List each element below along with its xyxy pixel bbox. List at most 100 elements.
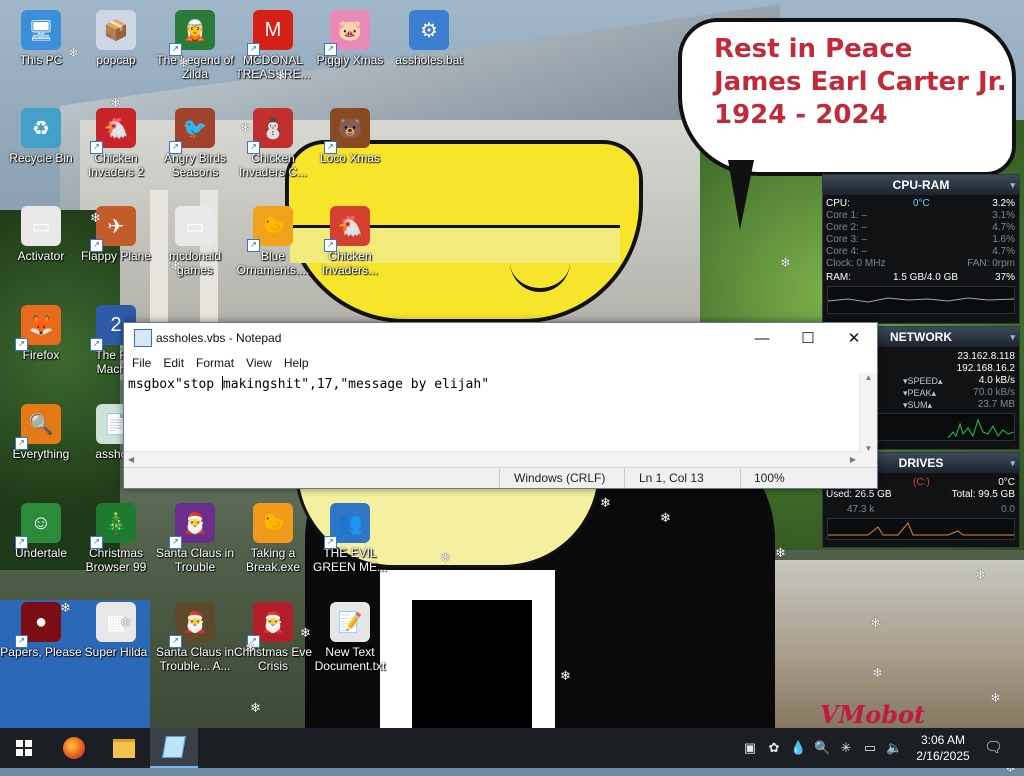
peak-label: ▾PEAK▴ bbox=[903, 388, 937, 398]
desktop-icon-christmas-browser-99[interactable]: 🎄 ↗ Christmas Browser 99 bbox=[75, 503, 157, 574]
status-position: Ln 1, Col 13 bbox=[639, 471, 704, 485]
desktop-icon-new-text-document[interactable]: 📝 New Text Document.txt bbox=[309, 602, 391, 673]
taskbar-file-explorer[interactable] bbox=[100, 728, 148, 768]
snowflake-icon: ❄ bbox=[660, 510, 671, 525]
desktop-icon-flappy-plane[interactable]: ✈ ↗ Flappy Plane bbox=[75, 206, 157, 263]
papers-please-icon: ● ↗ bbox=[15, 602, 61, 648]
legend-of-zilda-icon: 🧝 ↗ bbox=[169, 10, 215, 56]
shortcut-arrow-icon: ↗ bbox=[169, 536, 182, 549]
drive-letter: (C:) bbox=[913, 477, 930, 488]
net-sum: 23.7 MB bbox=[977, 399, 1015, 410]
desktop-icon-popcap[interactable]: 📦 popcap bbox=[75, 10, 157, 67]
core-row: Core 4: – 4.7% bbox=[823, 246, 1019, 258]
volume-icon[interactable]: 🔈 bbox=[886, 740, 902, 756]
menu-edit[interactable]: Edit bbox=[159, 356, 192, 370]
folder-icon bbox=[113, 738, 135, 758]
tray-drop-icon[interactable]: 💧 bbox=[790, 740, 806, 756]
clock-fan-row: Clock: 0 MHz FAN: 0rpm bbox=[823, 258, 1019, 270]
ram-graph-line bbox=[827, 297, 1015, 303]
collapse-icon[interactable]: ▾ bbox=[1010, 175, 1015, 195]
menu-help[interactable]: Help bbox=[280, 356, 317, 370]
firefox-icon bbox=[63, 737, 85, 759]
scroll-up-icon[interactable]: ▲ bbox=[860, 373, 877, 382]
widget-title: NETWORK bbox=[890, 330, 952, 344]
core-usage: 4.7% bbox=[992, 246, 1015, 257]
desktop-icon-label: Chicken Invaders C... bbox=[238, 151, 308, 179]
collapse-icon[interactable]: ▾ bbox=[1010, 453, 1015, 473]
collapse-icon[interactable]: ▾ bbox=[1010, 327, 1015, 347]
window-title: assholes.vbs - Notepad bbox=[156, 331, 282, 345]
maximize-button[interactable]: ☐ bbox=[785, 323, 831, 353]
taskbar-notepad[interactable] bbox=[150, 728, 198, 768]
minimize-button[interactable]: — bbox=[739, 323, 785, 353]
notification-icon[interactable]: 🗨 bbox=[984, 740, 1003, 756]
desktop-icon-super-hilda[interactable]: ▦ Super Hilda bbox=[75, 602, 157, 659]
taskbar-clock[interactable]: 3:06 AM 2/16/2025 bbox=[908, 732, 978, 764]
desktop-icon-angry-birds-seasons[interactable]: 🐦 ↗ Angry Birds Seasons bbox=[154, 108, 236, 179]
desktop-icon-undertale[interactable]: ☺ ↗ Undertale bbox=[0, 503, 82, 560]
desktop-icon-loco-xmas[interactable]: 🐻 ↗ Loco Xmas bbox=[309, 108, 391, 165]
desktop-icon-label: Super Hilda bbox=[84, 645, 148, 659]
vertical-scrollbar[interactable]: ▲ ▼ bbox=[859, 373, 877, 468]
scroll-right-icon[interactable]: ▶ bbox=[850, 455, 856, 464]
menu-format[interactable]: Format bbox=[192, 356, 242, 370]
menu-file[interactable]: File bbox=[128, 356, 159, 370]
desktop-icon-activator[interactable]: ▭ Activator bbox=[0, 206, 82, 263]
desktop-icon-assholes-bat[interactable]: ⚙ assholes.bat bbox=[388, 10, 470, 67]
desktop-icon-blue-ornaments[interactable]: 🐤 ↗ Blue Ornaments.... bbox=[232, 206, 314, 277]
notepad-window[interactable]: assholes.vbs - Notepad — ☐ ✕ File Edit F… bbox=[123, 322, 878, 489]
desktop-icon-mcdonald-games[interactable]: ▭ mcdonald games bbox=[154, 206, 236, 277]
clock-time: 3:06 AM bbox=[920, 733, 966, 747]
chicken-invaders-c-icon: ⛄ ↗ bbox=[247, 108, 293, 154]
snowflake-icon: ❄ bbox=[600, 495, 611, 510]
notepad-app-icon[interactable] bbox=[134, 329, 152, 347]
start-button[interactable] bbox=[0, 728, 48, 768]
chicken-invaders-2-icon: 🐔 ↗ bbox=[90, 108, 136, 154]
tray-snow-icon[interactable]: ✳ bbox=[838, 740, 854, 756]
desktop-icon-label: Recycle Bin bbox=[9, 151, 73, 165]
snowflake-icon: ❄ bbox=[870, 615, 881, 630]
core-row: Core 2: – 4.7% bbox=[823, 222, 1019, 234]
menu-view[interactable]: View bbox=[242, 356, 280, 370]
desktop-icon-santa-claus-in-trouble[interactable]: 🎅 ↗ Santa Claus in Trouble bbox=[154, 503, 236, 574]
piggly-xmas-icon: 🐷 ↗ bbox=[324, 10, 370, 56]
scroll-left-icon[interactable]: ◀ bbox=[128, 455, 134, 464]
status-divider bbox=[740, 468, 741, 488]
tray-search-icon[interactable]: 🔍 bbox=[814, 740, 830, 756]
watermark: VMobot bbox=[820, 700, 926, 728]
close-button[interactable]: ✕ bbox=[831, 323, 877, 353]
widget-title: DRIVES bbox=[898, 456, 944, 470]
shortcut-arrow-icon: ↗ bbox=[90, 536, 103, 549]
snowflake-icon: ❄ bbox=[275, 68, 286, 83]
snowflake-icon: ❄ bbox=[170, 258, 181, 273]
ram-percent: 37% bbox=[994, 272, 1015, 283]
shortcut-arrow-icon: ↗ bbox=[90, 338, 103, 351]
fan-speed: FAN: 0rpm bbox=[967, 258, 1015, 269]
tray-app-icon[interactable]: ✿ bbox=[766, 740, 782, 756]
desktop-icon-piggly-xmas[interactable]: 🐷 ↗ Piggly Xmas bbox=[309, 10, 391, 67]
desktop-icon-taking-a-break[interactable]: 🐤 Taking a Break.exe bbox=[232, 503, 314, 574]
desktop-icon-recycle-bin[interactable]: ♻ Recycle Bin bbox=[0, 108, 82, 165]
desktop-icon-the-evil-green-me[interactable]: 👥 ↗ THE EVIL GREEN ME... bbox=[309, 503, 391, 574]
bubble-line: James Earl Carter Jr. bbox=[714, 67, 1007, 97]
desktop-icon-label: The Legend of Zilda bbox=[156, 53, 234, 81]
desktop-icon-everything[interactable]: 🔍 ↗ Everything bbox=[0, 404, 82, 461]
desktop-icon-santa-claus-in-trouble-a[interactable]: 🎅 ↗ Santa Claus in Trouble... A... bbox=[154, 602, 236, 673]
desktop-icon-chicken-invaders-c[interactable]: ⛄ ↗ Chicken Invaders C... bbox=[232, 108, 314, 179]
desktop-icon-firefox[interactable]: 🦊 ↗ Firefox bbox=[0, 305, 82, 362]
core-label: Core 4: – bbox=[826, 246, 868, 257]
title-bar[interactable]: assholes.vbs - Notepad — ☐ ✕ bbox=[124, 323, 877, 353]
taskbar-firefox[interactable] bbox=[50, 728, 98, 768]
desktop-icon-legend-of-zilda[interactable]: 🧝 ↗ The Legend of Zilda bbox=[154, 10, 236, 81]
desktop-icon-chicken-invaders-2[interactable]: 🐔 ↗ Chicken Invaders 2 bbox=[75, 108, 157, 179]
tray-app-icon[interactable]: ▣ bbox=[742, 740, 758, 756]
scroll-down-icon[interactable]: ▼ bbox=[860, 444, 877, 453]
speech-bubble-tail bbox=[728, 160, 754, 230]
drive-total: Total: 99.5 GB bbox=[951, 489, 1015, 500]
desktop-icon-chicken-invaders[interactable]: 🐔 ↗ Chicken Invaders... bbox=[309, 206, 391, 277]
cpu-row: CPU: 0°C 3.2% bbox=[823, 198, 1019, 210]
snowflake-icon: ❄ bbox=[90, 210, 101, 225]
snowflake-icon: ❄ bbox=[990, 690, 1001, 705]
network-icon[interactable]: ▭ bbox=[862, 740, 878, 756]
desktop-icon-mcdonalds-treasure[interactable]: M ↗ MCDONAL TREASURE... bbox=[232, 10, 314, 81]
